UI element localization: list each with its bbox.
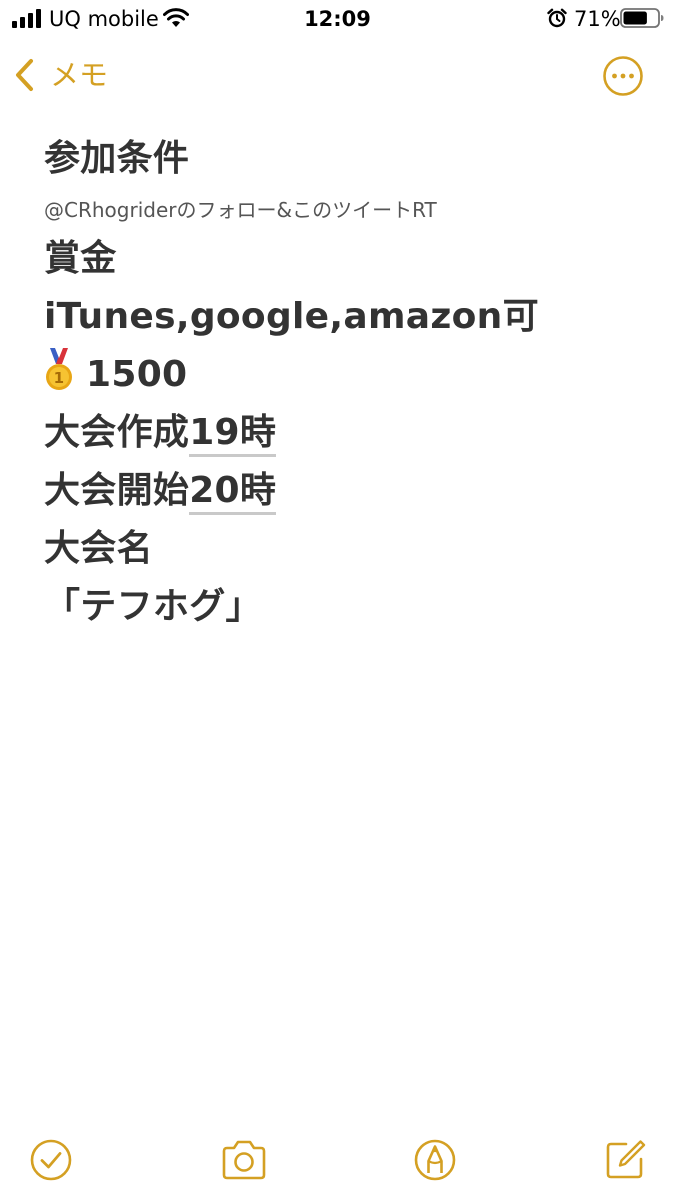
note-title: 参加条件 <box>44 138 190 179</box>
alarm-icon <box>547 8 567 28</box>
svg-text:1: 1 <box>54 369 65 387</box>
note-body[interactable]: 参加条件 @CRhogriderのフォロー&このツイートRT 賞金 iTunes… <box>44 130 644 636</box>
participation-condition: @CRhogriderのフォロー&このツイートRT <box>44 198 437 222</box>
chevron-left-icon <box>16 59 33 91</box>
tournament-name-heading: 大会名 <box>44 528 153 569</box>
start-label: 大会開始 <box>44 470 190 511</box>
checklist-icon[interactable] <box>28 1137 74 1183</box>
ellipsis-circle-icon[interactable] <box>602 55 644 97</box>
creation-label: 大会作成 <box>44 412 190 453</box>
creation-time-line: 大会作成19時 <box>44 404 644 462</box>
prize-types: iTunes,google,amazon可 <box>44 296 539 337</box>
prize-amount: 1500 <box>86 354 188 395</box>
back-button-label: メモ <box>50 58 109 92</box>
back-button[interactable]: メモ <box>12 52 108 98</box>
battery-percent: 71% <box>574 7 621 31</box>
creation-time-link[interactable]: 19時 <box>189 412 277 457</box>
start-time-link[interactable]: 20時 <box>189 470 277 515</box>
markup-icon[interactable] <box>412 1137 458 1183</box>
tournament-name: 「テフホグ」 <box>44 586 262 627</box>
gold-medal-icon: 1 <box>46 348 72 390</box>
battery-icon <box>620 8 664 28</box>
prize-heading: 賞金 <box>44 238 117 279</box>
status-bar: UQ mobile 12:09 71% <box>0 0 675 40</box>
camera-icon[interactable] <box>219 1137 269 1183</box>
prize-amount-line: 1 1500 <box>44 346 644 404</box>
start-time-line: 大会開始20時 <box>44 462 644 520</box>
compose-icon[interactable] <box>602 1137 648 1183</box>
